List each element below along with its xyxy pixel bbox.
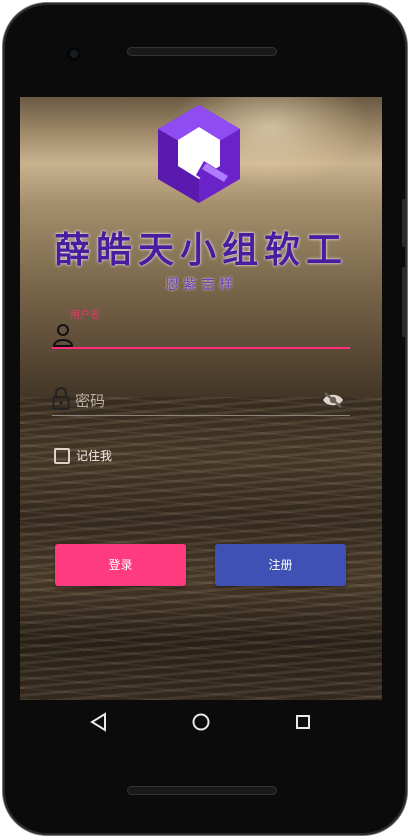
lock-icon xyxy=(52,387,70,410)
person-icon xyxy=(52,324,74,347)
remember-checkbox[interactable] xyxy=(54,448,70,464)
login-button[interactable]: 登录 xyxy=(55,544,186,586)
app-subtitle: 恩紫吉样 xyxy=(165,277,237,293)
app-title: 薛皓天小组软工 xyxy=(53,230,348,271)
system-nav-bar xyxy=(20,700,382,744)
register-button[interactable]: 注册 xyxy=(215,544,346,586)
power-button xyxy=(402,267,407,337)
back-triangle-icon[interactable] xyxy=(86,709,112,735)
q-logo xyxy=(158,105,240,203)
password-underline xyxy=(52,415,350,416)
home-circle-icon[interactable] xyxy=(188,709,214,735)
front-camera xyxy=(67,47,81,61)
recents-square-icon[interactable] xyxy=(290,709,316,735)
username-label: 用户名 xyxy=(70,310,100,321)
remember-label: 记住我 xyxy=(76,449,113,463)
username-field[interactable] xyxy=(52,347,350,349)
top-speaker xyxy=(127,47,277,56)
bottom-speaker xyxy=(127,786,277,795)
eye-off-icon[interactable] xyxy=(322,391,344,409)
volume-button xyxy=(402,199,407,247)
password-input[interactable] xyxy=(73,389,317,413)
app-screen: 薛皓天小组软工 恩紫吉样 用户名 记住我 登录 注册 xyxy=(20,97,382,700)
